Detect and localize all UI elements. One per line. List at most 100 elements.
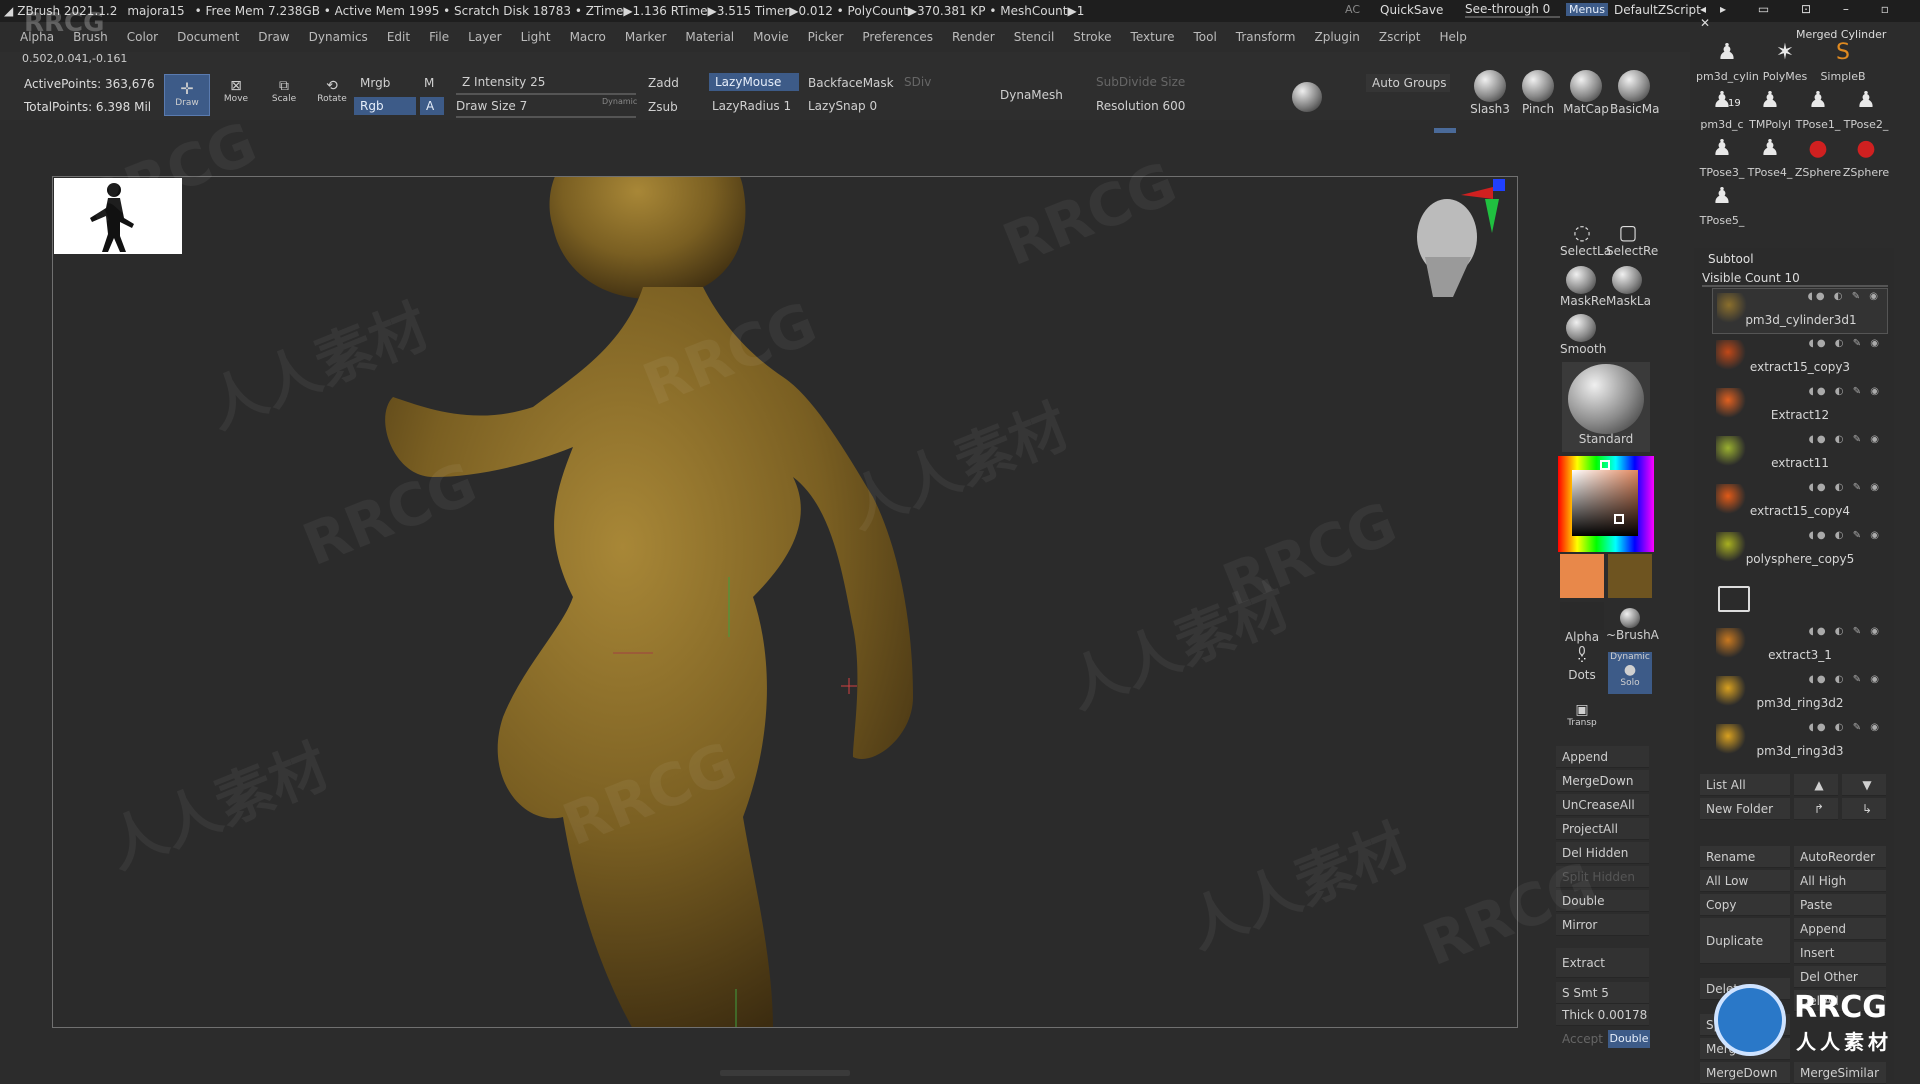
- brush-matcap[interactable]: MatCap: [1562, 70, 1610, 116]
- menu-render[interactable]: Render: [952, 30, 995, 44]
- window-controls[interactable]: ◂▸ ▭ ⊡ – ▫ ✕: [1700, 2, 1920, 30]
- color-picker-sv[interactable]: [1572, 470, 1638, 536]
- menu-color[interactable]: Color: [127, 30, 158, 44]
- append-button[interactable]: Append: [1556, 746, 1649, 768]
- subtool-title[interactable]: Subtool: [1708, 252, 1754, 266]
- quicksave-button[interactable]: QuickSave: [1380, 3, 1443, 17]
- split-hidden-button[interactable]: Split Hidden: [1556, 866, 1649, 888]
- tool-thumb[interactable]: ♟ TPose1_: [1794, 88, 1842, 131]
- menu-material[interactable]: Material: [685, 30, 734, 44]
- menu-marker[interactable]: Marker: [625, 30, 666, 44]
- select-lasso-button[interactable]: ◌ SelectLa: [1560, 220, 1611, 258]
- model-render[interactable]: [53, 177, 1518, 1028]
- subtool-visibility-icon[interactable]: ◖● ◐ ✎ ◉: [1808, 291, 1881, 302]
- subtool-item[interactable]: ◖● ◐ ✎ ◉ pm3d_ring3d2: [1712, 672, 1888, 718]
- subtool-visibility-icon[interactable]: ◖● ◐ ✎ ◉: [1809, 482, 1882, 493]
- subtool-visibility-icon[interactable]: ◖● ◐ ✎ ◉: [1809, 722, 1882, 733]
- canvas-viewport[interactable]: [52, 176, 1518, 1028]
- polish-sphere-icon[interactable]: [1292, 82, 1322, 112]
- brush-slash3[interactable]: Slash3: [1466, 70, 1514, 116]
- tool-thumb[interactable]: ♟pm3d_cylinder3c: [1696, 40, 1758, 83]
- subtool-visibility-icon[interactable]: ◖● ◐ ✎ ◉: [1809, 434, 1882, 445]
- dynamic-size-toggle[interactable]: Dynamic: [602, 97, 637, 106]
- draw-size-track[interactable]: [456, 116, 636, 118]
- subtool-item[interactable]: ◖● ◐ ✎ ◉ extract15_copy3: [1712, 336, 1888, 382]
- tool-thumb[interactable]: ♟ TPose4_: [1746, 136, 1794, 179]
- mask-rect-button[interactable]: MaskRe: [1560, 266, 1606, 308]
- menu-file[interactable]: File: [429, 30, 449, 44]
- lazymouse-toggle[interactable]: LazyMouse: [709, 73, 799, 91]
- subtool-item[interactable]: ◖● ◐ ✎ ◉ extract15_copy4: [1712, 480, 1888, 526]
- dynamesh-button[interactable]: DynaMesh: [994, 86, 1069, 104]
- subtool-folder-icon[interactable]: [1718, 586, 1750, 612]
- tool-thumb[interactable]: ♟ TPose5_: [1698, 184, 1746, 227]
- alpha-button[interactable]: Alpha 0: [1560, 602, 1604, 658]
- select-rect-button[interactable]: ▢ SelectRe: [1606, 220, 1658, 258]
- zadd-toggle[interactable]: Zadd: [642, 74, 685, 92]
- subtool-visibility-icon[interactable]: ◖● ◐ ✎ ◉: [1809, 626, 1882, 637]
- primary-color-swatch[interactable]: [1560, 554, 1604, 598]
- sdiv-slider[interactable]: SDiv: [898, 73, 937, 91]
- color-picker-handle[interactable]: [1600, 460, 1610, 470]
- scroll-handle[interactable]: [1434, 128, 1456, 133]
- menu-texture[interactable]: Texture: [1131, 30, 1175, 44]
- z-intensity-slider[interactable]: Z Intensity 25: [456, 73, 551, 91]
- transp-button[interactable]: ▣ Transp: [1560, 702, 1604, 728]
- dynamic-solo-button[interactable]: Dynamic ● Solo: [1608, 652, 1652, 694]
- draw-button[interactable]: ✛ Draw: [164, 74, 210, 116]
- menu-preferences[interactable]: Preferences: [862, 30, 933, 44]
- color-picker-sv-handle[interactable]: [1614, 514, 1624, 524]
- subtool-autoreorder-button[interactable]: AutoReorder: [1794, 846, 1886, 868]
- subtool-paste-button[interactable]: Paste: [1794, 894, 1886, 916]
- arrow-up-button[interactable]: ▲: [1794, 774, 1838, 796]
- tool-thumb[interactable]: ✶ PolyMes: [1754, 40, 1816, 83]
- uncreaseall-button[interactable]: UnCreaseAll: [1556, 794, 1649, 816]
- thick-slider[interactable]: Thick 0.00178: [1556, 1004, 1649, 1026]
- subdivide-size-slider[interactable]: SubDivide Size: [1090, 73, 1191, 91]
- subtool-copy-button[interactable]: Copy: [1700, 894, 1790, 916]
- new-folder-button[interactable]: New Folder: [1700, 798, 1790, 820]
- brush-alpha-button[interactable]: ~BrushA: [1606, 602, 1659, 642]
- move-button[interactable]: ⊠ Move: [214, 74, 258, 116]
- menu-stencil[interactable]: Stencil: [1014, 30, 1055, 44]
- mrgb-toggle[interactable]: Mrgb: [354, 74, 396, 92]
- subtool-item[interactable]: ◖● ◐ ✎ ◉ polysphere_copy5: [1712, 528, 1888, 574]
- del-hidden-button[interactable]: Del Hidden: [1556, 842, 1649, 864]
- menu-macro[interactable]: Macro: [570, 30, 606, 44]
- subtool-item[interactable]: ◖● ◐ ✎ ◉ pm3d_cylinder3d1: [1712, 288, 1888, 334]
- subtool-item[interactable]: ◖● ◐ ✎ ◉ extract3_1: [1712, 624, 1888, 670]
- subtool-mergesimilar-button[interactable]: MergeSimilar: [1794, 1062, 1886, 1084]
- menu-layer[interactable]: Layer: [468, 30, 501, 44]
- menu-picker[interactable]: Picker: [808, 30, 844, 44]
- standard-brush-button[interactable]: Standard: [1562, 362, 1650, 452]
- menu-document[interactable]: Document: [177, 30, 239, 44]
- double-button[interactable]: Double: [1608, 1030, 1650, 1048]
- scale-button[interactable]: ⧉ Scale: [262, 74, 306, 116]
- menu-edit[interactable]: Edit: [387, 30, 410, 44]
- zsub-toggle[interactable]: Zsub: [642, 98, 684, 116]
- tool-thumb[interactable]: ♟ pm3d_c: [1698, 88, 1746, 131]
- subtool-all-high-button[interactable]: All High: [1794, 870, 1886, 892]
- mergedown-button[interactable]: MergeDown: [1556, 770, 1649, 792]
- mirror-button[interactable]: Mirror: [1556, 914, 1649, 936]
- menu-tool[interactable]: Tool: [1193, 30, 1216, 44]
- z-intensity-track[interactable]: [456, 93, 636, 95]
- smooth-brush-button[interactable]: Smooth: [1560, 314, 1606, 356]
- folder-in-button[interactable]: ↱: [1794, 798, 1838, 820]
- dots-stroke-button[interactable]: ⁘ Dots: [1560, 652, 1604, 682]
- subtool-insert-button[interactable]: Insert: [1794, 942, 1886, 964]
- brush-basicma[interactable]: BasicMa: [1610, 70, 1659, 116]
- menu-dynamics[interactable]: Dynamics: [309, 30, 368, 44]
- arrow-down-button[interactable]: ▼: [1842, 774, 1886, 796]
- visible-count[interactable]: Visible Count 10: [1702, 271, 1888, 287]
- subtool-duplicate-button[interactable]: Duplicate: [1700, 918, 1790, 964]
- tool-thumb[interactable]: S SimpleB: [1812, 40, 1874, 83]
- subtool-visibility-icon[interactable]: ◖● ◐ ✎ ◉: [1809, 338, 1882, 349]
- subtool-visibility-icon[interactable]: ◖● ◐ ✎ ◉: [1809, 674, 1882, 685]
- projectall-button[interactable]: ProjectAll: [1556, 818, 1649, 840]
- subtool-item[interactable]: ◖● ◐ ✎ ◉ Extract12: [1712, 384, 1888, 430]
- brush-pinch[interactable]: Pinch: [1514, 70, 1562, 116]
- tool-thumb[interactable]: ♟ TMPolyl: [1746, 88, 1794, 131]
- see-through-slider[interactable]: See-through 0: [1465, 2, 1560, 18]
- subtool-visibility-icon[interactable]: ◖● ◐ ✎ ◉: [1809, 386, 1882, 397]
